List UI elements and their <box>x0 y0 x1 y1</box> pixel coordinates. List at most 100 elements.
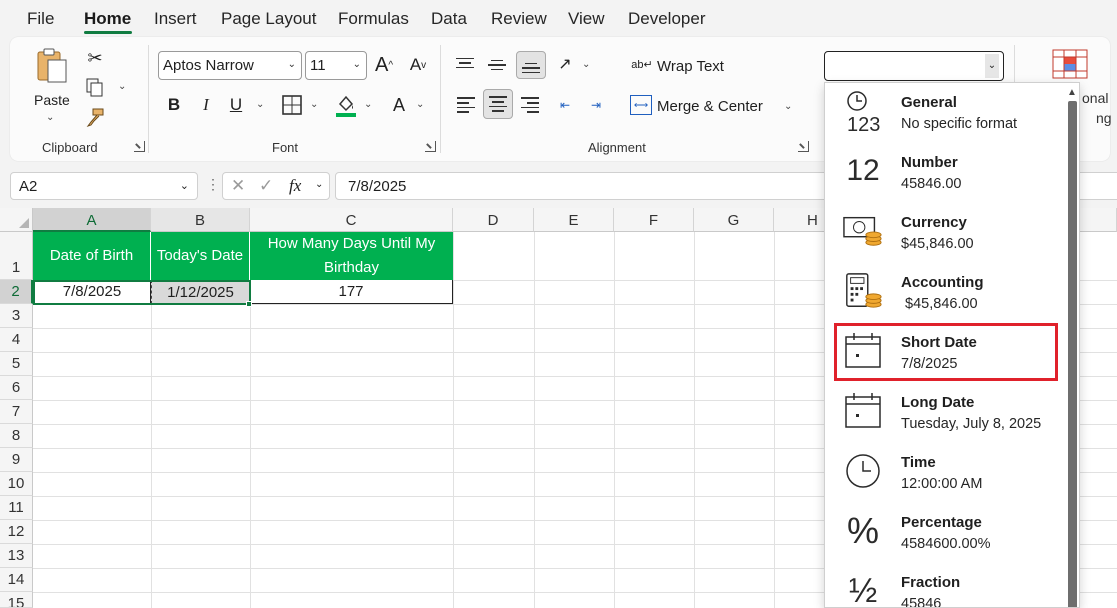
borders-chevron-down-icon[interactable]: ⌄ <box>310 99 318 110</box>
grow-font-button[interactable]: A ^ <box>372 51 396 79</box>
font-color-chevron-down-icon[interactable]: ⌄ <box>416 99 424 110</box>
increase-indent-icon[interactable]: ⇥ <box>586 97 606 113</box>
orientation-icon[interactable]: ↗ <box>554 53 576 75</box>
underline-button[interactable]: U <box>226 93 246 117</box>
tab-page-layout[interactable]: Page Layout <box>221 9 316 29</box>
chevron-down-icon[interactable]: ⌄ <box>315 179 323 190</box>
format-painter-icon[interactable] <box>84 107 106 129</box>
shrink-font-button[interactable]: Av <box>406 51 430 79</box>
fill-handle[interactable] <box>246 301 252 307</box>
font-size-combo[interactable]: 11 ⌄ <box>305 51 367 80</box>
row-header-5[interactable]: 5 <box>0 352 33 376</box>
cell-a1[interactable]: Date of Birth <box>33 232 151 280</box>
clock-icon <box>843 451 883 491</box>
cancel-icon[interactable]: ✕ <box>231 176 245 196</box>
row-header-8[interactable]: 8 <box>0 424 33 448</box>
column-header-f[interactable]: F <box>614 208 694 232</box>
chevron-down-icon[interactable]: ⌄ <box>985 54 999 78</box>
font-name-combo[interactable]: Aptos Narrow ⌄ <box>158 51 302 80</box>
row-header-7[interactable]: 7 <box>0 400 33 424</box>
underline-chevron-down-icon[interactable]: ⌄ <box>256 99 264 110</box>
align-top-icon[interactable] <box>455 55 475 71</box>
row-header-9[interactable]: 9 <box>0 448 33 472</box>
tab-file[interactable]: File <box>27 9 54 29</box>
align-right-icon[interactable] <box>520 97 540 113</box>
align-middle-icon[interactable] <box>487 57 507 73</box>
paste-chevron-down-icon[interactable]: ⌄ <box>46 112 54 123</box>
paste-icon <box>37 48 67 83</box>
decrease-indent-icon[interactable]: ⇤ <box>555 97 575 113</box>
number-format-combo[interactable]: ⌄ <box>824 51 1004 81</box>
column-header-b[interactable]: B <box>151 208 250 232</box>
fill-color-button[interactable] <box>334 93 358 119</box>
column-header-g[interactable]: G <box>694 208 774 232</box>
column-header-d[interactable]: D <box>453 208 534 232</box>
name-box[interactable]: A2 ⌄ <box>10 172 198 200</box>
cut-icon[interactable]: ✂ <box>84 47 106 69</box>
clipboard-launcher-icon[interactable] <box>134 141 145 152</box>
row-header-11[interactable]: 11 <box>0 496 33 520</box>
formula-input[interactable]: 7/8/2025 <box>335 172 835 200</box>
scroll-up-icon[interactable]: ▲ <box>1067 87 1077 98</box>
font-launcher-icon[interactable] <box>425 141 436 152</box>
menu-scrollbar[interactable]: ▲ <box>1065 83 1079 607</box>
row-header-1[interactable]: 1 <box>0 232 33 280</box>
format-option-fraction[interactable]: ½ Fraction 45846 <box>825 563 1065 608</box>
merge-center-button[interactable]: Merge & Center <box>657 98 763 115</box>
tab-data[interactable]: Data <box>431 9 467 29</box>
cell-b1[interactable]: Today's Date <box>151 232 250 280</box>
format-option-currency[interactable]: Currency $45,846.00 <box>825 203 1065 263</box>
scrollbar-thumb[interactable] <box>1068 101 1077 607</box>
column-header-e[interactable]: E <box>534 208 614 232</box>
align-center-button[interactable] <box>483 89 513 119</box>
row-header-4[interactable]: 4 <box>0 328 33 352</box>
format-option-long-date[interactable]: Long Date Tuesday, July 8, 2025 <box>825 383 1065 443</box>
wrap-text-button[interactable]: Wrap Text <box>657 58 724 75</box>
enter-check-icon[interactable]: ✓ <box>259 176 273 196</box>
row-header-13[interactable]: 13 <box>0 544 33 568</box>
align-left-icon[interactable] <box>456 97 476 113</box>
row-header-12[interactable]: 12 <box>0 520 33 544</box>
orientation-chevron-down-icon[interactable]: ⌄ <box>582 59 590 70</box>
row-header-3[interactable]: 3 <box>0 304 33 328</box>
cell-b2[interactable]: 1/12/2025 <box>151 280 250 304</box>
select-all-button[interactable] <box>0 208 33 232</box>
column-header-c[interactable]: C <box>250 208 453 232</box>
tab-review[interactable]: Review <box>491 9 547 29</box>
insert-function-button[interactable]: fx <box>289 176 301 196</box>
bold-button[interactable]: B <box>164 93 184 117</box>
row-header-6[interactable]: 6 <box>0 376 33 400</box>
tab-view[interactable]: View <box>568 9 605 29</box>
borders-button[interactable] <box>280 93 304 117</box>
more-dots-icon[interactable]: ⋮ <box>206 176 220 193</box>
format-option-accounting[interactable]: Accounting $45,846.00 <box>825 263 1065 323</box>
merge-chevron-down-icon[interactable]: ⌄ <box>784 101 792 112</box>
italic-button[interactable]: I <box>196 93 216 117</box>
row-header-2[interactable]: 2 <box>0 280 33 304</box>
column-header-a[interactable]: A <box>33 208 151 232</box>
row-header-10[interactable]: 10 <box>0 472 33 496</box>
cell-c2[interactable]: 177 <box>250 280 453 304</box>
alignment-launcher-icon[interactable] <box>798 141 809 152</box>
fill-chevron-down-icon[interactable]: ⌄ <box>364 99 372 110</box>
row-header-14[interactable]: 14 <box>0 568 33 592</box>
font-color-button[interactable]: A <box>388 93 410 117</box>
paste-button[interactable] <box>32 45 72 87</box>
tab-insert[interactable]: Insert <box>154 9 197 29</box>
gridline <box>694 232 695 608</box>
tab-formulas[interactable]: Formulas <box>338 9 409 29</box>
cell-c1[interactable]: How Many Days Until My Birthday <box>250 232 453 280</box>
format-option-general[interactable]: 123 General No specific format <box>825 83 1065 143</box>
copy-chevron-down-icon[interactable]: ⌄ <box>118 81 126 92</box>
conditional-formatting-icon[interactable] <box>1052 49 1088 79</box>
align-bottom-button[interactable] <box>516 51 546 79</box>
format-option-number[interactable]: 12 Number 45846.00 <box>825 143 1065 203</box>
clock-123-icon: 123 <box>843 91 883 133</box>
format-option-percentage[interactable]: % Percentage 4584600.00% <box>825 503 1065 563</box>
format-option-time[interactable]: Time 12:00:00 AM <box>825 443 1065 503</box>
tab-home[interactable]: Home <box>84 9 131 29</box>
row-header-15[interactable]: 15 <box>0 592 33 608</box>
cell-a2[interactable]: 7/8/2025 <box>33 280 151 304</box>
copy-icon[interactable] <box>84 77 106 99</box>
tab-developer[interactable]: Developer <box>628 9 706 29</box>
